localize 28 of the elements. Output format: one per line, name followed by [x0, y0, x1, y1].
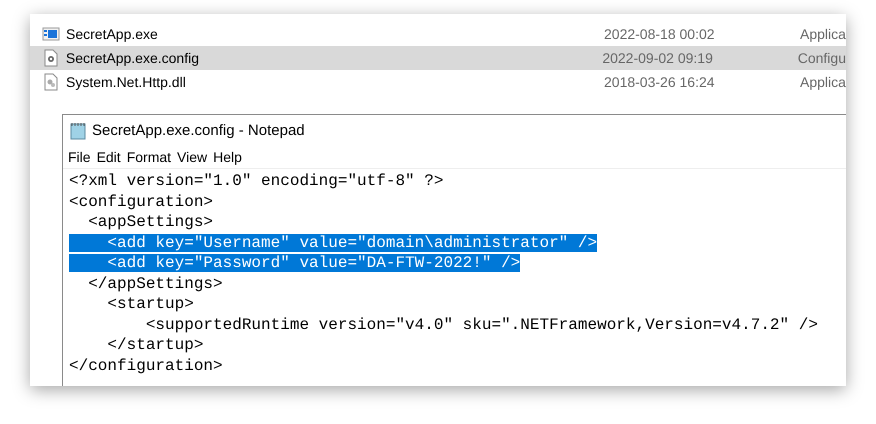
file-name: System.Net.Http.dll	[66, 72, 187, 92]
file-name: SecretApp.exe	[66, 24, 159, 44]
file-row[interactable]: SecretApp.exe 2022-08-18 00:02 Applica	[30, 22, 846, 46]
menu-item[interactable]: File	[68, 147, 91, 168]
file-row[interactable]: SecretApp.exe.config 2022-09-02 09:19 Configu	[30, 46, 846, 70]
file-type: Applica	[800, 72, 846, 92]
notepad-icon	[69, 122, 87, 140]
code-line: <configuration>	[69, 192, 214, 210]
code-line: <supportedRuntime version="v4.0" sku=".NETFramework,Version=v4.7.2" />	[144, 316, 818, 334]
file-date: 2022-08-18 00:02	[604, 24, 716, 44]
window-title: SecretApp.exe.config - Notepad	[92, 120, 305, 141]
menu-item[interactable]: Format	[126, 147, 172, 168]
file-date: 2022-09-02 09:19	[602, 48, 714, 68]
menu-item[interactable]: Help	[213, 147, 242, 168]
code-line: </startup>	[106, 336, 204, 354]
file-type: Configu	[798, 48, 846, 68]
application-icon	[42, 25, 60, 43]
menu-item[interactable]: Edit	[96, 147, 121, 168]
code-line: <?xml version="1.0" encoding="utf-8" ?>	[69, 172, 444, 190]
file-row[interactable]: System.Net.Http.dll 2018-03-26 16:24 Applica	[30, 70, 846, 94]
file-date: 2018-03-26 16:24	[604, 72, 716, 92]
code-line: <appSettings>	[87, 213, 214, 231]
code-line: </appSettings>	[87, 274, 223, 292]
file-name: SecretApp.exe.config	[66, 48, 200, 68]
code-line: <startup>	[106, 295, 194, 313]
file-type: Applica	[800, 24, 846, 44]
code-line: </configuration>	[69, 356, 223, 374]
menu-item[interactable]: View	[177, 147, 208, 168]
